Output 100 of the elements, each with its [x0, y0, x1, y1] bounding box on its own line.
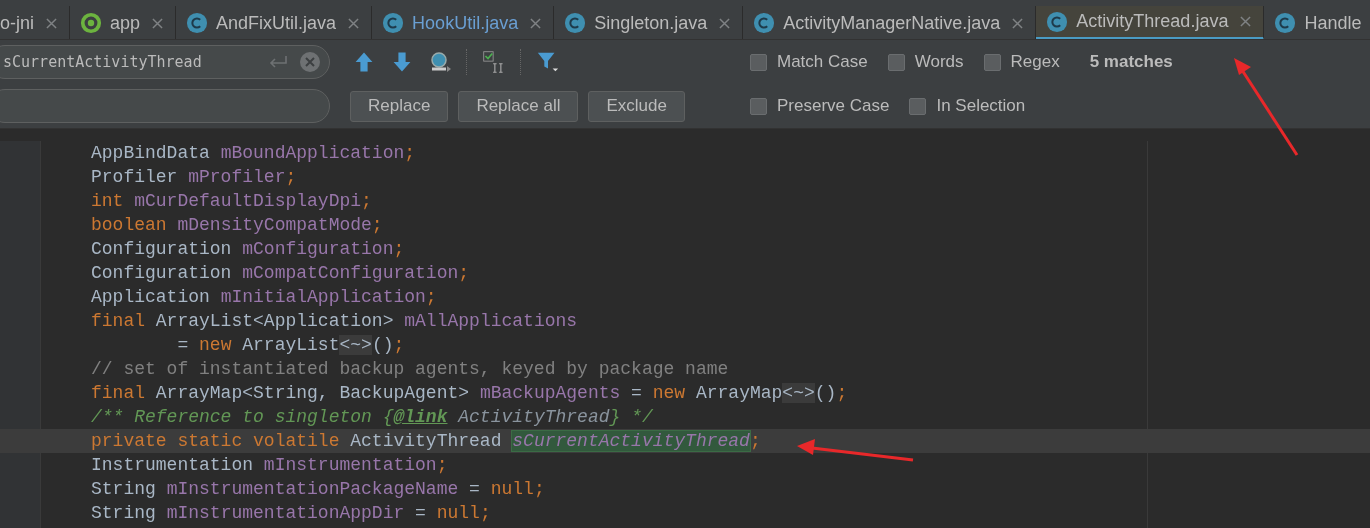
code-text: (): [371, 335, 394, 355]
code-text: =: [468, 479, 481, 499]
close-icon[interactable]: [530, 17, 542, 29]
option-checkbox[interactable]: Words: [887, 52, 964, 72]
code-text: Configuration: [91, 239, 233, 259]
doc-tag: @link: [393, 407, 448, 427]
tab-label: app: [110, 12, 141, 34]
replace-field[interactable]: [0, 89, 330, 123]
field-name: mDensityCompatMode: [177, 215, 372, 235]
tab-label: HookUtil.java: [412, 12, 519, 34]
field-name: mBackupAgents: [479, 383, 621, 403]
editor-tab[interactable]: ActivityThread.java: [1036, 6, 1265, 39]
code-text: AppBindData: [91, 143, 211, 163]
enter-icon: [267, 54, 289, 70]
search-field[interactable]: sCurrentActivityThread: [0, 45, 330, 79]
find-all-icon[interactable]: [428, 50, 452, 74]
doc-reference: ActivityThread: [456, 407, 610, 427]
field-name: mInstrumentationAppDir: [166, 503, 405, 523]
keyword: ;: [836, 383, 848, 403]
close-icon[interactable]: [46, 17, 57, 29]
code-text: =: [176, 335, 190, 355]
code-text: Application: [91, 287, 211, 307]
keyword: ;: [479, 503, 491, 523]
close-icon[interactable]: [152, 17, 164, 29]
tab-label: o-jni: [0, 12, 34, 34]
module-icon: [80, 12, 102, 34]
class-icon: [1046, 10, 1069, 33]
class-icon: [1274, 12, 1297, 34]
option-checkbox[interactable]: Preserve Case: [750, 96, 890, 116]
keyword: ;: [533, 479, 545, 499]
search-value: sCurrentActivityThread: [2, 53, 203, 71]
field-name: mConfiguration: [242, 239, 394, 259]
field-name: mBoundApplication: [220, 143, 405, 163]
code-text: ArrayMap<String, BackupAgent>: [155, 383, 471, 403]
class-icon: [186, 12, 209, 34]
code-text: Configuration: [91, 263, 233, 283]
keyword: final: [91, 383, 146, 403]
field-name: mAllApplications: [404, 311, 578, 331]
code-text: ArrayList: [242, 335, 340, 355]
code-text: ActivityThread: [350, 431, 503, 451]
tab-label: ActivityThread.java: [1076, 11, 1229, 32]
keyword: private static volatile: [91, 431, 341, 451]
keyword: boolean: [91, 215, 168, 235]
folded-generic: <~>: [339, 335, 372, 355]
code-comment: // set of instantiated backup agents, keyed by package name: [91, 359, 729, 379]
tab-label: Singleton.java: [594, 12, 708, 34]
keyword: ;: [361, 191, 372, 211]
keyword: null: [490, 479, 534, 499]
field-name: mProfiler: [188, 167, 286, 187]
keyword: ;: [749, 431, 761, 451]
keyword: int: [91, 191, 125, 211]
clear-icon[interactable]: [299, 51, 321, 73]
keyword: ;: [458, 263, 470, 283]
keyword: final: [91, 311, 146, 331]
keyword: ;: [393, 239, 405, 259]
class-icon: [564, 12, 587, 34]
keyword: ;: [393, 335, 405, 355]
close-icon[interactable]: [1240, 16, 1252, 27]
select-all-occurrences-icon[interactable]: [482, 50, 506, 74]
field-name: mCompatConfiguration: [242, 263, 459, 283]
class-icon: [753, 12, 776, 34]
filter-icon[interactable]: [536, 50, 560, 74]
field-name: mInitialApplication: [220, 287, 426, 307]
option-checkbox[interactable]: Regex: [983, 52, 1060, 72]
action-button[interactable]: Exclude: [588, 90, 685, 122]
field-name: mInstrumentation: [263, 455, 437, 475]
class-icon: [382, 12, 405, 34]
code-text: =: [414, 503, 427, 523]
tab-label: Handle: [1304, 12, 1362, 34]
folded-generic: <~>: [782, 383, 815, 403]
code-text: (): [814, 383, 837, 403]
option-checkbox[interactable]: In Selection: [909, 96, 1026, 116]
action-button[interactable]: Replace: [350, 90, 449, 122]
keyword: ;: [436, 455, 448, 475]
keyword: new: [199, 335, 233, 355]
keyword: ;: [371, 215, 383, 235]
field-name: mCurDefaultDisplayDpi: [134, 191, 362, 211]
option-checkbox[interactable]: Match Case: [750, 52, 868, 72]
close-icon[interactable]: [719, 17, 731, 29]
code-text: ArrayMap: [695, 383, 783, 403]
keyword: new: [652, 383, 687, 403]
code-text: =: [630, 383, 643, 403]
code-text: ArrayList<Application>: [155, 311, 395, 331]
search-match: sCurrentActivityThread: [512, 431, 750, 451]
match-count: 5 matches: [1089, 52, 1173, 72]
close-icon[interactable]: [1012, 17, 1024, 29]
tab-label: AndFixUtil.java: [216, 12, 337, 34]
keyword: ;: [404, 143, 416, 163]
keyword: null: [436, 503, 480, 523]
field-name: mInstrumentationPackageName: [166, 479, 459, 499]
doc-comment: /** Reference to singleton {: [91, 407, 394, 427]
tab-label: ActivityManagerNative.java: [783, 12, 1001, 34]
code-text: String: [91, 479, 157, 499]
keyword: ;: [425, 287, 437, 307]
code-text: String: [91, 503, 157, 523]
action-button[interactable]: Replace all: [458, 90, 579, 122]
code-text: Profiler: [91, 167, 179, 187]
close-icon[interactable]: [348, 17, 360, 29]
code-text: Instrumentation: [91, 455, 255, 475]
doc-comment: } */: [609, 407, 653, 427]
